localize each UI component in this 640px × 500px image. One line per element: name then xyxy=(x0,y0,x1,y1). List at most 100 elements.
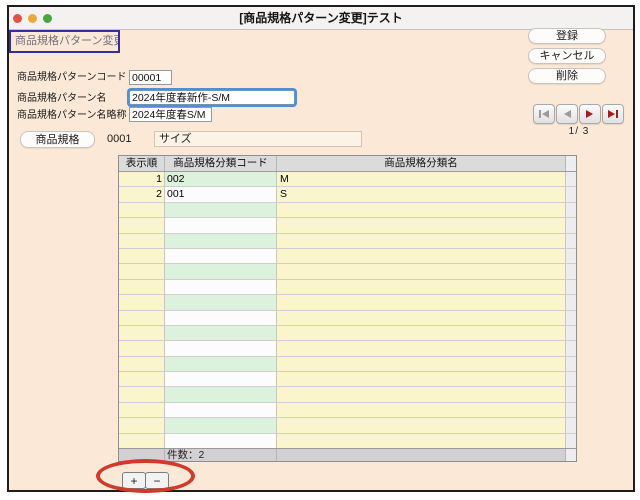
code-cell[interactable] xyxy=(165,357,277,371)
table-scroll-gutter xyxy=(566,218,576,232)
name-cell[interactable] xyxy=(277,203,566,217)
name-cell[interactable] xyxy=(277,341,566,355)
order-cell[interactable] xyxy=(119,434,165,448)
order-cell[interactable] xyxy=(119,326,165,340)
code-cell[interactable] xyxy=(165,249,277,263)
table-scroll-gutter xyxy=(566,341,576,355)
pattern-abbr-input[interactable] xyxy=(129,107,212,122)
name-cell[interactable] xyxy=(277,295,566,309)
code-cell[interactable] xyxy=(165,295,277,309)
pattern-code-label: 商品規格パターンコード xyxy=(17,70,127,85)
name-cell[interactable] xyxy=(277,280,566,294)
next-record-icon xyxy=(584,109,596,119)
order-cell[interactable] xyxy=(119,203,165,217)
table-scroll-gutter xyxy=(566,372,576,386)
first-record-button[interactable] xyxy=(533,104,555,124)
code-cell[interactable] xyxy=(165,218,277,232)
last-record-button[interactable] xyxy=(602,104,624,124)
code-cell[interactable] xyxy=(165,387,277,401)
table-row xyxy=(119,387,576,402)
table-row: 1002M xyxy=(119,172,576,187)
spec-code: 0001 xyxy=(107,133,131,145)
name-cell[interactable] xyxy=(277,372,566,386)
order-cell[interactable] xyxy=(119,264,165,278)
name-cell[interactable] xyxy=(277,311,566,325)
code-cell[interactable] xyxy=(165,341,277,355)
order-cell[interactable] xyxy=(119,418,165,432)
table-scroll-gutter xyxy=(566,264,576,278)
previous-record-icon xyxy=(561,109,573,119)
order-cell[interactable]: 1 xyxy=(119,172,165,186)
order-cell[interactable] xyxy=(119,372,165,386)
name-cell[interactable] xyxy=(277,418,566,432)
code-cell[interactable]: 002 xyxy=(165,172,277,186)
remove-row-button[interactable]: − xyxy=(145,472,169,489)
order-cell[interactable] xyxy=(119,280,165,294)
order-cell[interactable]: 2 xyxy=(119,187,165,201)
table-scroll-gutter xyxy=(566,280,576,294)
add-row-button[interactable]: + xyxy=(122,472,146,489)
table-scroll-gutter xyxy=(566,172,576,186)
row-count: 件数：2 xyxy=(165,449,277,461)
name-cell[interactable] xyxy=(277,434,566,448)
cancel-button[interactable]: キャンセル xyxy=(528,48,606,64)
table-row xyxy=(119,372,576,387)
table-row xyxy=(119,218,576,233)
table-scroll-gutter xyxy=(566,357,576,371)
name-cell[interactable] xyxy=(277,234,566,248)
code-cell[interactable] xyxy=(165,434,277,448)
name-cell[interactable] xyxy=(277,218,566,232)
name-cell[interactable]: S xyxy=(277,187,566,201)
table-footer: 件数：2 xyxy=(119,448,576,461)
next-record-button[interactable] xyxy=(579,104,601,124)
delete-button[interactable]: 削除 xyxy=(528,68,606,84)
footer-spacer xyxy=(119,449,165,461)
order-cell[interactable] xyxy=(119,357,165,371)
table-row xyxy=(119,264,576,279)
code-cell[interactable] xyxy=(165,203,277,217)
pattern-code-input[interactable] xyxy=(129,70,172,85)
header-code: 商品規格分類コード xyxy=(165,156,277,171)
pattern-abbr-label: 商品規格パターン名略称 xyxy=(17,108,127,123)
name-cell[interactable] xyxy=(277,387,566,401)
pattern-name-input[interactable] xyxy=(129,90,295,105)
previous-record-button[interactable] xyxy=(556,104,578,124)
table-row xyxy=(119,434,576,448)
code-cell[interactable] xyxy=(165,234,277,248)
code-cell[interactable] xyxy=(165,403,277,417)
name-cell[interactable] xyxy=(277,264,566,278)
code-cell[interactable]: 001 xyxy=(165,187,277,201)
order-cell[interactable] xyxy=(119,234,165,248)
register-button[interactable]: 登録 xyxy=(528,28,606,44)
code-cell[interactable] xyxy=(165,418,277,432)
code-cell[interactable] xyxy=(165,311,277,325)
code-cell[interactable] xyxy=(165,326,277,340)
order-cell[interactable] xyxy=(119,387,165,401)
table-scroll-gutter xyxy=(566,295,576,309)
name-cell[interactable]: M xyxy=(277,172,566,186)
table-scroll-gutter xyxy=(566,387,576,401)
code-cell[interactable] xyxy=(165,372,277,386)
table-row: 2001S xyxy=(119,187,576,202)
table-scroll-gutter xyxy=(566,449,576,461)
name-cell[interactable] xyxy=(277,326,566,340)
name-cell[interactable] xyxy=(277,249,566,263)
footer-spacer xyxy=(277,449,566,461)
table-row xyxy=(119,341,576,356)
order-cell[interactable] xyxy=(119,403,165,417)
table-row xyxy=(119,249,576,264)
header-name: 商品規格分類名 xyxy=(277,156,566,171)
table-scroll-gutter xyxy=(566,234,576,248)
spec-section-button[interactable]: 商品規格 xyxy=(20,131,95,148)
table-scroll-gutter xyxy=(566,311,576,325)
code-cell[interactable] xyxy=(165,264,277,278)
name-cell[interactable] xyxy=(277,357,566,371)
table-row xyxy=(119,357,576,372)
order-cell[interactable] xyxy=(119,218,165,232)
order-cell[interactable] xyxy=(119,295,165,309)
order-cell[interactable] xyxy=(119,249,165,263)
name-cell[interactable] xyxy=(277,403,566,417)
order-cell[interactable] xyxy=(119,311,165,325)
order-cell[interactable] xyxy=(119,341,165,355)
code-cell[interactable] xyxy=(165,280,277,294)
